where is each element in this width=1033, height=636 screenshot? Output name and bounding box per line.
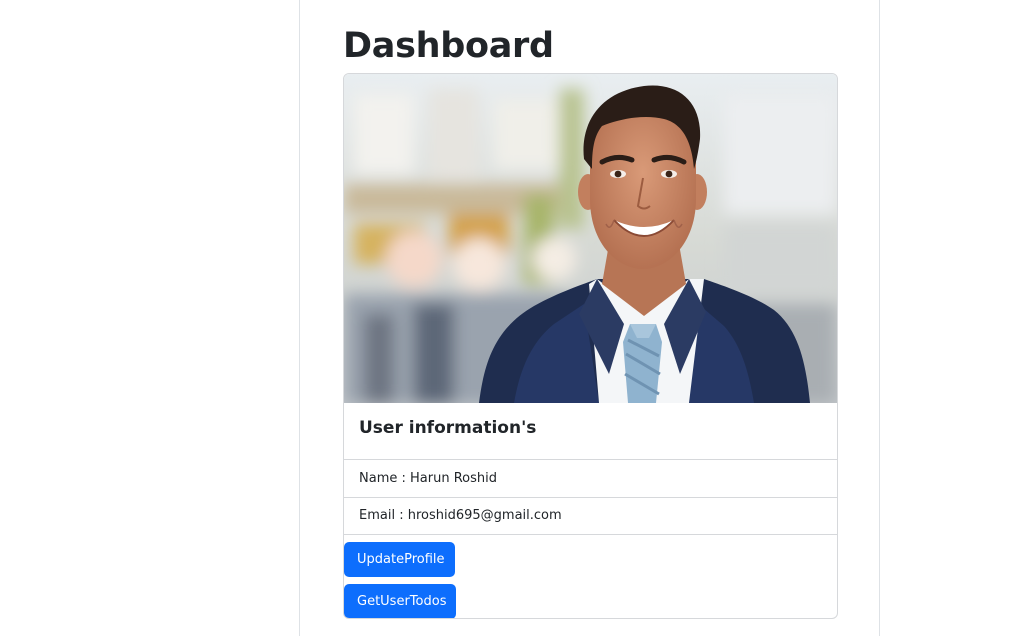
user-email-item: Email : hroshid695@gmail.com (344, 498, 837, 535)
card-body: User information's (344, 403, 837, 460)
page: Dashboard User information's Name: Haru… (0, 0, 1033, 636)
user-card: User information's Name : Harun Roshid E… (343, 73, 838, 619)
update-profile-button[interactable]: UpdateProfile (344, 542, 455, 577)
page-title: Dashboard (343, 26, 554, 66)
user-name-item: Name : Harun Roshid (344, 461, 837, 498)
main-container: Dashboard User information's Name: Haru… (299, 0, 880, 636)
card-title: User information's (359, 418, 537, 438)
get-user-todos-button[interactable]: GetUserTodos (344, 584, 456, 618)
profile-photo (344, 74, 837, 403)
